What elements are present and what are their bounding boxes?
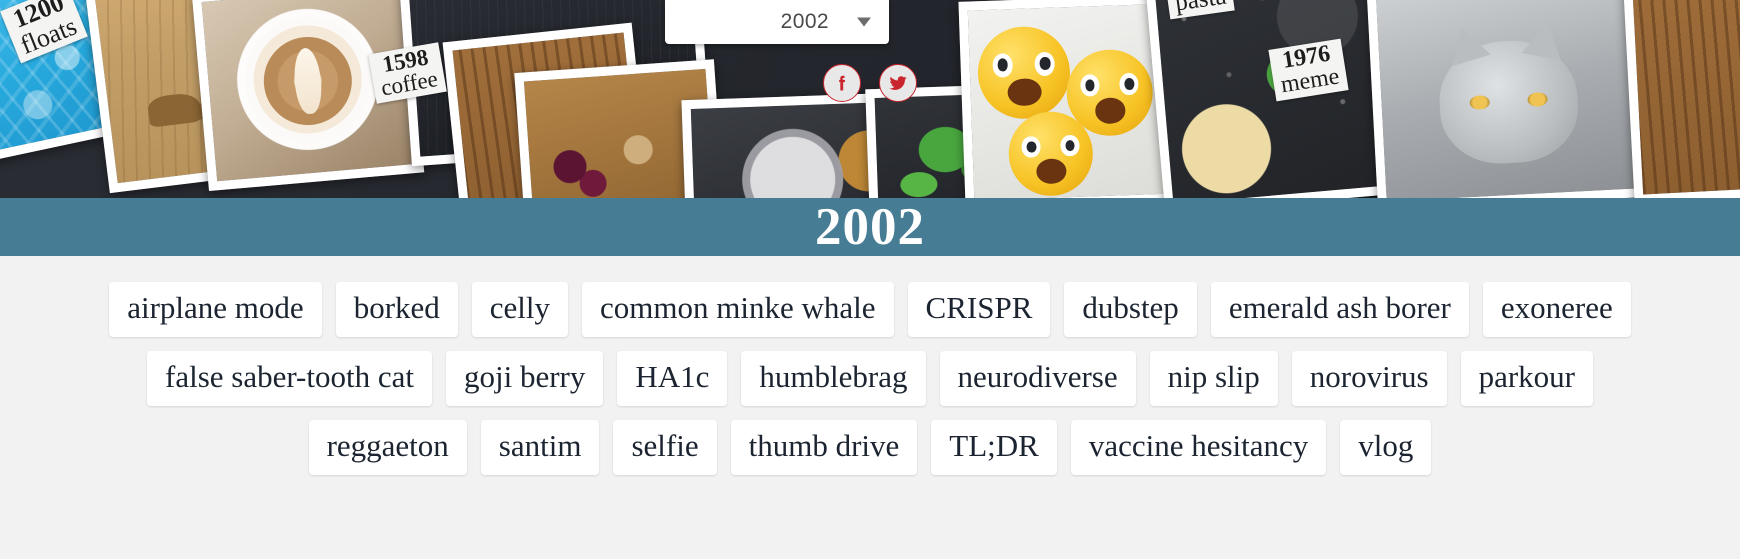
- word-tag[interactable]: vaccine hesitancy: [1070, 419, 1327, 475]
- word-tag[interactable]: vlog: [1340, 419, 1432, 475]
- word-tag[interactable]: false saber-tooth cat: [147, 350, 432, 406]
- emoji-eye-right: [1060, 134, 1080, 157]
- year-banner: 2002: [0, 198, 1740, 256]
- emoji-eye-left: [1021, 135, 1041, 159]
- word-tag-row: false saber-tooth cat goji berry HA1c hu…: [8, 350, 1732, 406]
- word-tag[interactable]: santim: [480, 419, 600, 475]
- facebook-share-button[interactable]: [823, 64, 861, 102]
- social-links: [0, 64, 1740, 102]
- word-tag[interactable]: humblebrag: [741, 350, 926, 406]
- facebook-icon: [839, 75, 846, 91]
- word-tag[interactable]: borked: [335, 282, 458, 337]
- emoji-mouth: [1035, 158, 1067, 185]
- word-tag[interactable]: goji berry: [445, 350, 604, 406]
- word-tag[interactable]: parkour: [1460, 350, 1593, 406]
- word-tag[interactable]: TL;DR: [931, 419, 1057, 475]
- word-tag[interactable]: celly: [471, 282, 569, 337]
- word-tag-grid: airplane mode borked celly common minke …: [0, 256, 1740, 559]
- word-tag-row: airplane mode borked celly common minke …: [8, 282, 1732, 337]
- word-tag[interactable]: emerald ash borer: [1210, 282, 1469, 337]
- word-tag[interactable]: common minke whale: [582, 282, 894, 337]
- word-tag[interactable]: neurodiverse: [939, 350, 1136, 406]
- word-tag[interactable]: nip slip: [1149, 350, 1278, 406]
- twitter-share-button[interactable]: [879, 64, 917, 102]
- word-tag[interactable]: HA1c: [617, 350, 728, 406]
- word-tag[interactable]: dubstep: [1064, 282, 1197, 337]
- word-tag[interactable]: selfie: [613, 419, 717, 475]
- word-tag[interactable]: exoneree: [1482, 282, 1631, 337]
- word-tag[interactable]: norovirus: [1291, 350, 1447, 406]
- year-select-dropdown[interactable]: 2002: [665, 0, 889, 44]
- chevron-down-icon: [857, 17, 871, 27]
- word-tag[interactable]: CRISPR: [907, 282, 1051, 337]
- year-select-value: 2002: [780, 10, 829, 33]
- page-title: 2002: [815, 197, 925, 256]
- word-tag[interactable]: thumb drive: [730, 419, 918, 475]
- word-tag[interactable]: reggaeton: [308, 419, 467, 475]
- header-photo-collage: 1200 floats 1598 coffee pasta 1976 meme …: [0, 0, 1740, 198]
- word-tag-row: reggaeton santim selfie thumb drive TL;D…: [8, 419, 1732, 475]
- twitter-icon: [889, 76, 907, 90]
- word-tag[interactable]: airplane mode: [109, 282, 322, 337]
